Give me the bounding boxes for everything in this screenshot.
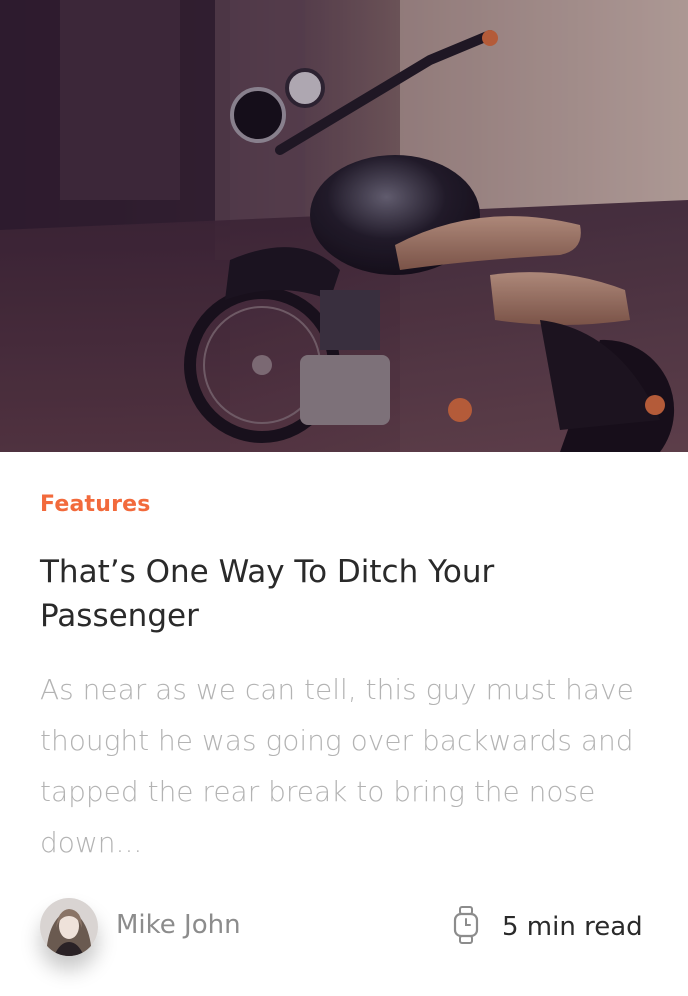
article-excerpt: As near as we can tell, this guy must ha… (40, 673, 634, 859)
hero-image[interactable] (0, 0, 688, 452)
article-meta: Mike John 5 min read (0, 898, 688, 958)
author-avatar-image (40, 898, 98, 956)
motorcycle-photo (0, 0, 688, 452)
article-title[interactable]: That’s One Way To Ditch Your Passenger (40, 550, 640, 638)
article-card[interactable]: Features That’s One Way To Ditch Your Pa… (0, 0, 688, 996)
avatar[interactable] (40, 898, 98, 956)
author-name[interactable]: Mike John (116, 910, 241, 940)
read-time: 5 min read (502, 912, 643, 942)
category-label[interactable]: Features (40, 492, 151, 517)
watch-icon (453, 906, 479, 944)
